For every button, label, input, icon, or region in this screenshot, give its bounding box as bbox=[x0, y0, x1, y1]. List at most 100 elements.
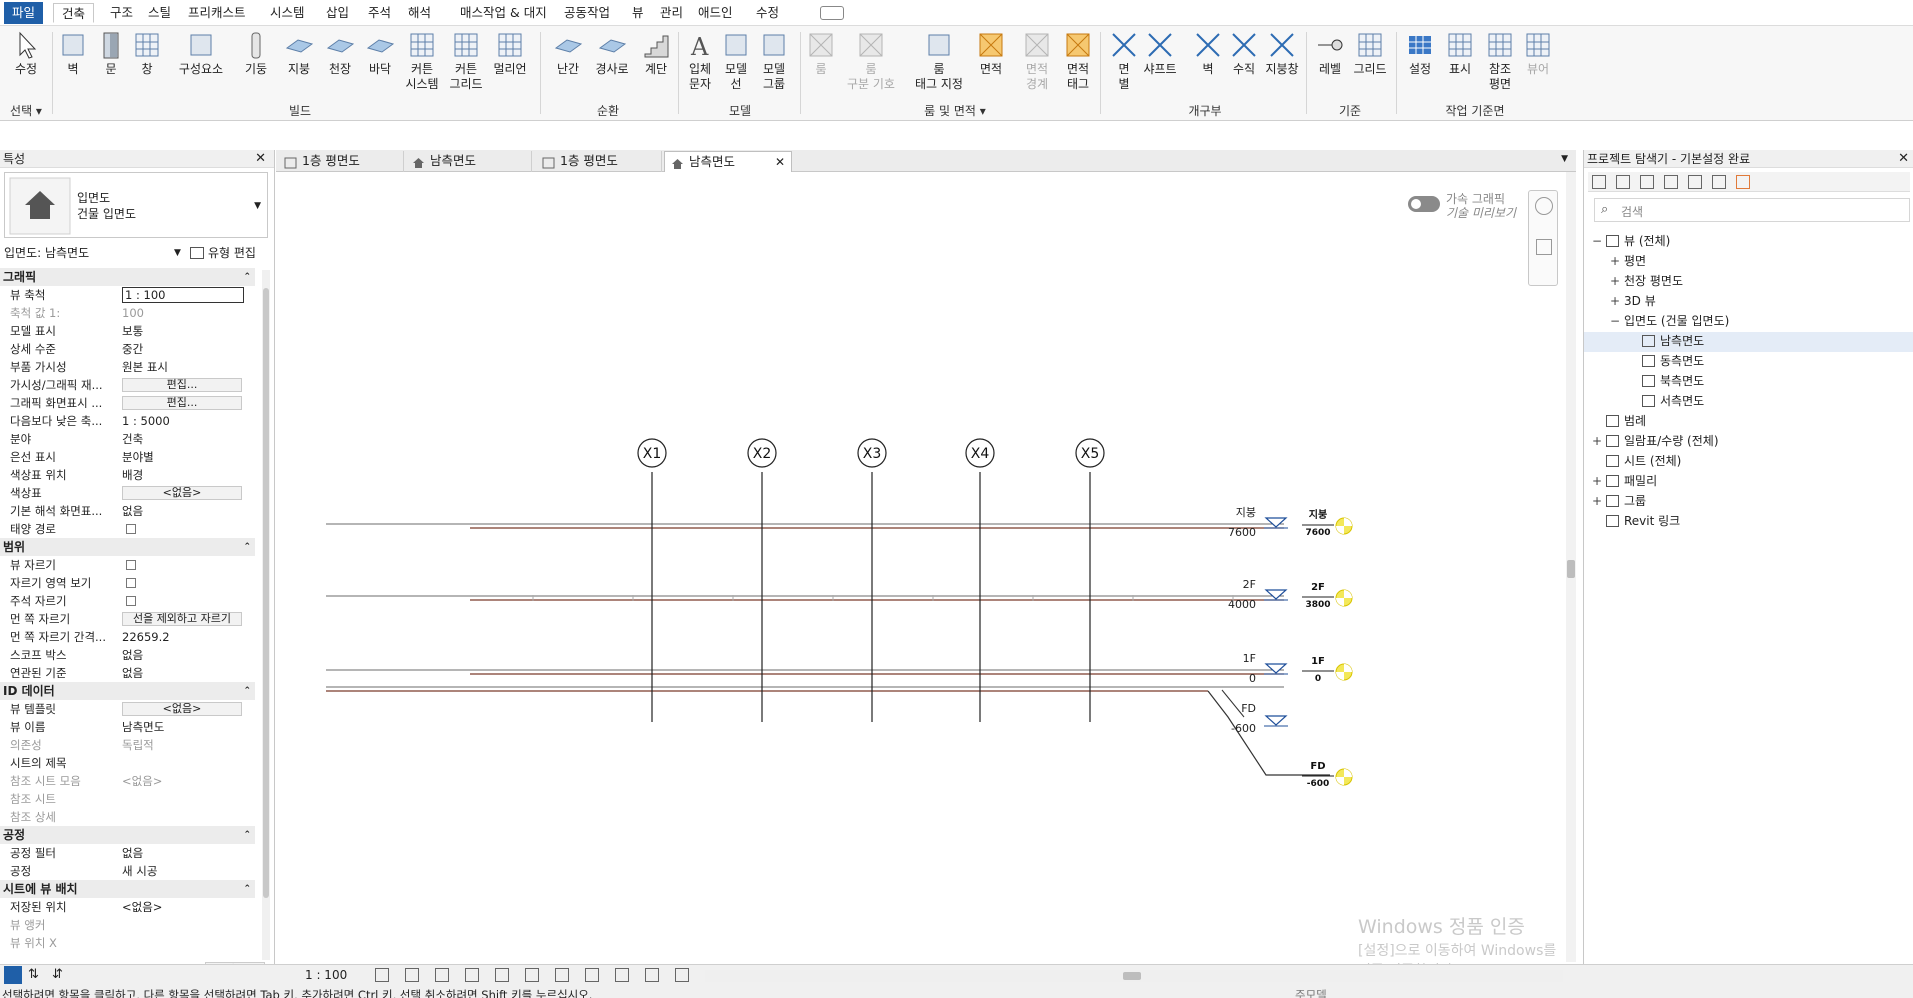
room-button-3[interactable]: 면적 bbox=[970, 30, 1012, 77]
tree-item[interactable]: Revit 링크 bbox=[1584, 512, 1913, 532]
tree-item[interactable]: 동측면도 bbox=[1584, 352, 1913, 372]
opening-button-1[interactable]: 샤프트 bbox=[1142, 30, 1178, 77]
circulation-button-2[interactable]: 계단 bbox=[636, 30, 676, 77]
link-icon[interactable] bbox=[1736, 175, 1750, 189]
opening-button-2[interactable]: 벽 bbox=[1190, 30, 1226, 77]
property-value[interactable]: 없음 bbox=[122, 646, 244, 664]
close-icon[interactable]: ✕ bbox=[255, 150, 266, 168]
property-checkbox[interactable] bbox=[126, 524, 136, 534]
build-button-3[interactable]: 구성요소 bbox=[170, 30, 232, 77]
file-tab[interactable]: 파일 bbox=[4, 2, 44, 24]
accelerated-graphics-toggle[interactable] bbox=[1408, 196, 1440, 212]
expand-icon[interactable]: + bbox=[1610, 272, 1620, 290]
temporary-hide-icon[interactable] bbox=[555, 968, 569, 982]
sort-desc-icon[interactable]: ⇵ bbox=[52, 967, 63, 982]
menu-tab-13[interactable]: 수정 bbox=[748, 3, 787, 23]
steering-wheel-icon[interactable] bbox=[1535, 197, 1553, 215]
browser-search-input[interactable]: ⌕ 검색 bbox=[1594, 198, 1910, 222]
build-button-4[interactable]: 기둥 bbox=[236, 30, 276, 77]
zoom-icon[interactable] bbox=[1536, 239, 1552, 255]
tree-item[interactable]: + 일람표/수량 (전체) bbox=[1584, 432, 1913, 452]
tree-item[interactable]: + 천장 평면도 bbox=[1584, 272, 1913, 292]
expand-icon[interactable]: − bbox=[1610, 312, 1620, 330]
property-value[interactable]: 분야별 bbox=[122, 448, 244, 466]
chevron-up-icon[interactable]: ⌃ bbox=[243, 880, 251, 898]
menu-tab-0[interactable]: 건축 bbox=[53, 3, 95, 23]
property-value[interactable]: 보통 bbox=[122, 322, 244, 340]
view-tab-2[interactable]: 1층 평면도 bbox=[536, 151, 662, 172]
expand-icon[interactable]: + bbox=[1592, 472, 1602, 490]
property-value[interactable]: <없음> bbox=[122, 772, 244, 790]
type-selector[interactable]: 입면도 건물 입면도 ▼ bbox=[4, 172, 268, 238]
menu-tab-6[interactable]: 주석 bbox=[360, 3, 399, 23]
view-tab-1[interactable]: 남측면도 bbox=[406, 151, 532, 172]
property-button[interactable]: 편집... bbox=[122, 378, 242, 392]
room-button-4[interactable]: 면적 경계 bbox=[1016, 30, 1058, 92]
properties-section-4[interactable]: 시트에 뷰 배치 ⌃ bbox=[0, 880, 255, 898]
quick-access-icon[interactable] bbox=[820, 6, 844, 20]
properties-section-3[interactable]: 공정 ⌃ bbox=[0, 826, 255, 844]
room-button-2[interactable]: 룸 태그 지정 bbox=[908, 30, 970, 92]
model-button-1[interactable]: 모델 선 bbox=[718, 30, 754, 92]
build-button-0[interactable]: 벽 bbox=[56, 30, 90, 77]
chevron-up-icon[interactable]: ⌃ bbox=[243, 268, 251, 286]
instance-selector[interactable]: 입면도: 남측면도 ▼ bbox=[4, 243, 184, 263]
property-value[interactable]: 원본 표시 bbox=[122, 358, 244, 376]
property-button[interactable]: 편집... bbox=[122, 396, 242, 410]
opening-button-0[interactable]: 면별 bbox=[1106, 30, 1142, 92]
property-checkbox[interactable] bbox=[126, 596, 136, 606]
build-button-5[interactable]: 지붕 bbox=[280, 30, 318, 77]
build-button-2[interactable]: 창 bbox=[130, 30, 164, 77]
property-checkbox[interactable] bbox=[126, 560, 136, 570]
build-button-7[interactable]: 바닥 bbox=[362, 30, 398, 77]
build-button-9[interactable]: 커튼 그리드 bbox=[444, 30, 488, 92]
canvas-horizontal-scrollbar[interactable] bbox=[705, 970, 1563, 982]
properties-toggle-icon[interactable] bbox=[4, 966, 22, 984]
properties-section-1[interactable]: 범위 ⌃ bbox=[0, 538, 255, 556]
property-value[interactable]: <없음> bbox=[122, 898, 244, 916]
opening-button-3[interactable]: 수직 bbox=[1226, 30, 1262, 77]
build-button-10[interactable]: 멀리언 bbox=[492, 30, 528, 77]
crop-view-icon[interactable] bbox=[495, 968, 509, 982]
visual-style-icon[interactable] bbox=[405, 968, 419, 982]
chevron-up-icon[interactable]: ⌃ bbox=[243, 826, 251, 844]
circulation-button-1[interactable]: 경사로 bbox=[592, 30, 632, 77]
tree-item[interactable]: 남측면도 bbox=[1584, 332, 1913, 352]
close-icon[interactable]: ✕ bbox=[775, 152, 785, 172]
menu-tab-8[interactable]: 매스작업 & 대지 bbox=[452, 3, 555, 23]
sun-path-icon[interactable] bbox=[435, 968, 449, 982]
select-group-label[interactable]: 선택 ▾ bbox=[4, 102, 48, 119]
model-button-0[interactable]: A 입체 문자 bbox=[682, 30, 718, 92]
reveal-hidden-icon[interactable] bbox=[585, 968, 599, 982]
workplane-button-2[interactable]: 참조 평면 bbox=[1482, 30, 1518, 92]
menu-tab-9[interactable]: 공동작업 bbox=[556, 3, 618, 23]
edit-type-button[interactable]: 유형 편집 bbox=[190, 243, 256, 263]
analytical-icon[interactable] bbox=[645, 968, 659, 982]
sort-icon[interactable]: ⇅ bbox=[28, 967, 39, 982]
properties-scrollbar[interactable] bbox=[262, 270, 270, 960]
tree-item[interactable]: + 그룹 bbox=[1584, 492, 1913, 512]
menu-tab-5[interactable]: 삽입 bbox=[318, 3, 357, 23]
shadows-icon[interactable] bbox=[465, 968, 479, 982]
workplane-button-1[interactable]: 표시 bbox=[1442, 30, 1478, 77]
property-value[interactable]: 독립적 bbox=[122, 736, 244, 754]
navigation-bar[interactable] bbox=[1528, 190, 1558, 286]
tree-item[interactable]: 범례 bbox=[1584, 412, 1913, 432]
schedule-icon[interactable] bbox=[1640, 175, 1654, 189]
menu-tab-2[interactable]: 스틸 bbox=[140, 3, 179, 23]
tree-item[interactable]: + 패밀리 bbox=[1584, 472, 1913, 492]
expand-icon[interactable]: + bbox=[1610, 292, 1620, 310]
opening-button-4[interactable]: 지붕창 bbox=[1264, 30, 1300, 77]
property-value[interactable]: 중간 bbox=[122, 340, 244, 358]
property-value[interactable]: 없음 bbox=[122, 502, 244, 520]
properties-section-0[interactable]: 그래픽 ⌃ bbox=[0, 268, 255, 286]
show-crop-icon[interactable] bbox=[525, 968, 539, 982]
tree-item[interactable]: 시트 (전체) bbox=[1584, 452, 1913, 472]
home-icon[interactable] bbox=[1592, 175, 1606, 189]
detail-level-icon[interactable] bbox=[375, 968, 389, 982]
constraints-icon[interactable] bbox=[675, 968, 689, 982]
expand-icon[interactable]: + bbox=[1592, 432, 1602, 450]
sheet-icon[interactable] bbox=[1664, 175, 1678, 189]
tree-item[interactable]: + 평면 bbox=[1584, 252, 1913, 272]
tree-item[interactable]: 북측면도 bbox=[1584, 372, 1913, 392]
